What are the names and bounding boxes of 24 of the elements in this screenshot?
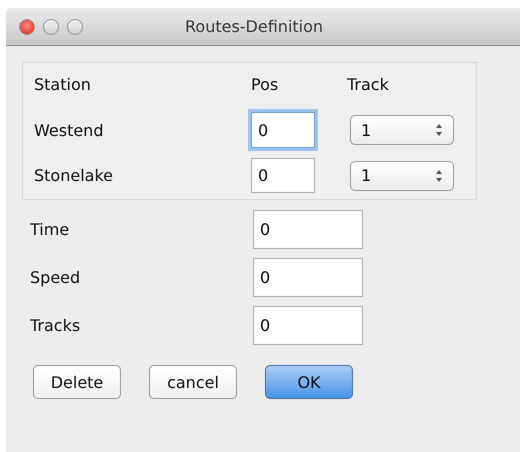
input-field[interactable]: 0 [253, 258, 363, 297]
column-header: Track [347, 75, 390, 94]
field-label: Time [30, 220, 70, 239]
dialog-button[interactable]: Delete [33, 365, 121, 399]
track-select[interactable]: 1 [350, 115, 454, 145]
window-title: Routes-Definition [185, 17, 324, 36]
dialog-button[interactable]: cancel [149, 365, 237, 399]
station-name: Stonelake [34, 166, 114, 185]
stepper-icon [435, 168, 443, 182]
column-header: Pos [251, 75, 280, 94]
pos-field[interactable]: 0 [251, 158, 315, 193]
station-name: Westend [34, 120, 104, 140]
column-header: Station [34, 75, 92, 94]
input-field[interactable]: 0 [253, 306, 363, 345]
close-icon[interactable] [19, 18, 35, 34]
input-field[interactable]: 0 [253, 210, 363, 249]
dialog-button[interactable]: OK [265, 365, 353, 399]
zoom-icon[interactable] [67, 18, 83, 34]
track-select[interactable]: 1 [350, 160, 454, 190]
minimize-icon[interactable] [43, 18, 59, 34]
stepper-icon [435, 123, 443, 137]
field-label: Speed [30, 268, 82, 287]
pos-field[interactable]: 0 [251, 112, 315, 148]
field-label: Tracks [30, 316, 82, 335]
